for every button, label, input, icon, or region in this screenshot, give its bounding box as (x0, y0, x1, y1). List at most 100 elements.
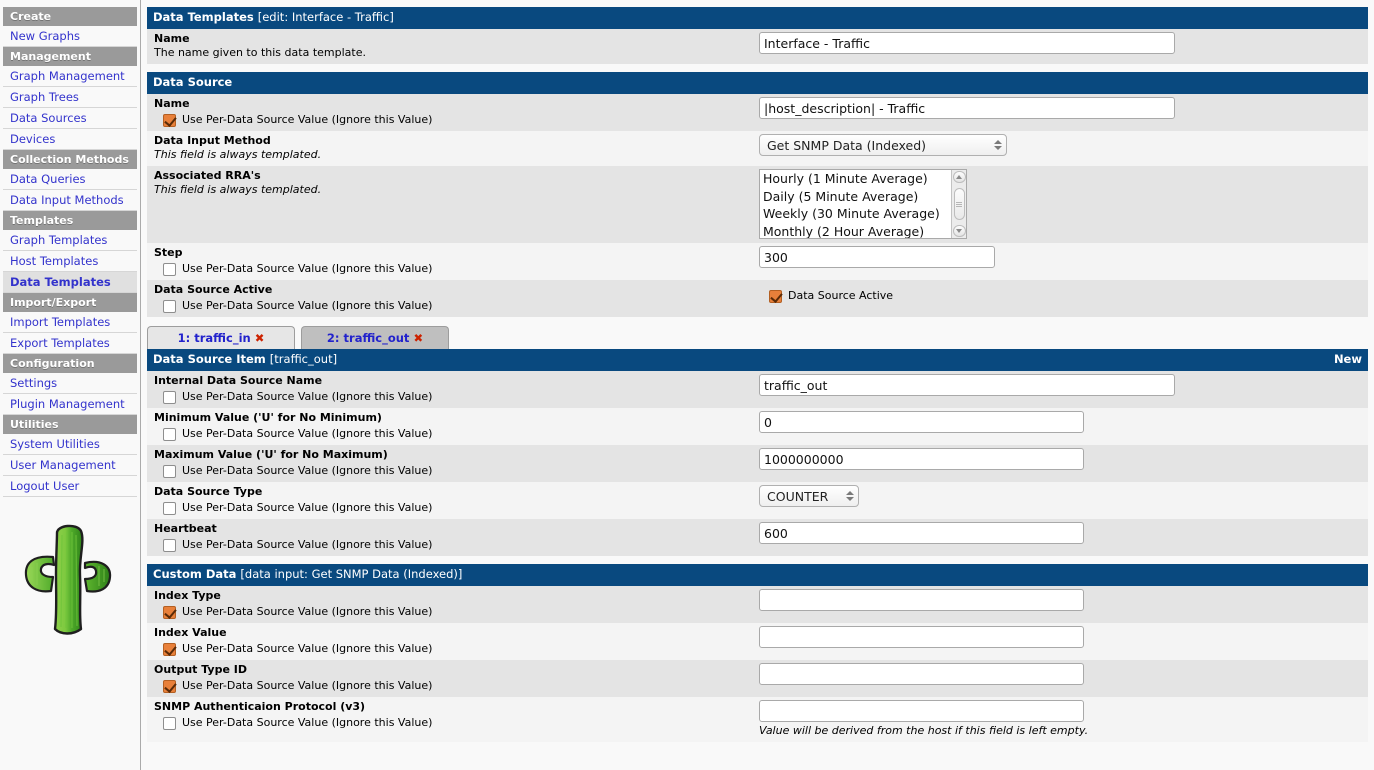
row-associated-rras: Associated RRA's This field is always te… (147, 166, 1368, 243)
sidebar-item-logout-user[interactable]: Logout User (3, 476, 137, 497)
maximum-value-input[interactable] (759, 448, 1084, 470)
sidebar-item-data-queries[interactable]: Data Queries (3, 169, 137, 190)
step-per-ds-checkbox[interactable] (163, 262, 176, 276)
sidebar-item-new-graphs[interactable]: New Graphs (3, 26, 137, 47)
sidebar-item-import-templates[interactable]: Import Templates (3, 312, 137, 333)
it-per-ds-line: Use Per-Data Source Value (Ignore this V… (154, 605, 755, 619)
minimum-value-per-ds-checkbox[interactable] (163, 427, 176, 441)
label-heartbeat: Heartbeat (154, 522, 217, 535)
ds-name-per-ds-line: Use Per-Data Source Value (Ignore this V… (154, 113, 755, 127)
minimum-value-input[interactable] (759, 411, 1084, 433)
sidebar-item-graph-management[interactable]: Graph Management (3, 66, 137, 87)
internal-name-input[interactable] (759, 374, 1175, 396)
sidebar-nav: Create New Graphs Management Graph Manag… (0, 0, 140, 644)
label-template-name: Name (154, 32, 190, 45)
heartbeat-per-ds-checkbox[interactable] (163, 538, 176, 552)
sidebar-item-data-input-methods[interactable]: Data Input Methods (3, 190, 137, 211)
associated-rras-scrollbar[interactable] (951, 170, 966, 238)
sidebar-section-header-collection-methods: Collection Methods (3, 150, 137, 169)
row-max-control (755, 445, 1368, 474)
data-input-method-value: Get SNMP Data (Indexed) (767, 137, 927, 153)
row-ds-name: Name Use Per-Data Source Value (Ignore t… (147, 94, 1368, 131)
tab-traffic-out-close-icon[interactable]: ✖ (413, 331, 423, 345)
ds-name-input[interactable] (759, 97, 1175, 119)
template-name-input[interactable] (759, 32, 1175, 54)
label-index-value: Index Value (154, 626, 227, 639)
data-source-header: Data Source (147, 72, 1368, 94)
data-source-active-line: Data Source Active (759, 289, 1368, 303)
row-ds-name-labels: Name Use Per-Data Source Value (Ignore t… (147, 94, 755, 131)
row-internal-name-control (755, 371, 1368, 400)
internal-name-per-ds-checkbox[interactable] (163, 390, 176, 404)
rra-option-daily[interactable]: Daily (5 Minute Average) (760, 188, 951, 206)
index-value-input[interactable] (759, 626, 1084, 648)
sidebar-item-data-templates[interactable]: Data Templates (3, 272, 137, 293)
custom-data-title: Custom Data (153, 567, 237, 581)
tab-traffic-in-close-icon[interactable]: ✖ (255, 331, 265, 345)
maximum-value-per-ds-checkbox[interactable] (163, 464, 176, 478)
data-source-type-select[interactable]: COUNTER (759, 485, 859, 507)
row-dim-labels: Data Input Method This field is always t… (147, 131, 755, 166)
ds-name-per-ds-checkbox[interactable] (163, 113, 176, 127)
page-root: Create New Graphs Management Graph Manag… (0, 0, 1374, 770)
index-type-input[interactable] (759, 589, 1084, 611)
rra-option-hourly[interactable]: Hourly (1 Minute Average) (760, 170, 951, 188)
sidebar-item-data-sources[interactable]: Data Sources (3, 108, 137, 129)
sidebar-section-header-utilities: Utilities (3, 415, 137, 434)
tab-traffic-out[interactable]: 2: traffic_out ✖ (301, 326, 449, 349)
row-step-labels: Step Use Per-Data Source Value (Ignore t… (147, 243, 755, 280)
row-oti-labels: Output Type ID Use Per-Data Source Value… (147, 660, 755, 697)
rra-option-monthly[interactable]: Monthly (2 Hour Average) (760, 223, 951, 239)
oti-per-ds-line: Use Per-Data Source Value (Ignore this V… (154, 679, 755, 693)
sidebar-item-export-templates[interactable]: Export Templates (3, 333, 137, 354)
data-input-method-select[interactable]: Get SNMP Data (Indexed) (759, 134, 1007, 156)
tab-traffic-out-label: 2: traffic_out (326, 331, 410, 345)
sidebar-item-graph-trees[interactable]: Graph Trees (3, 87, 137, 108)
sidebar-item-system-utilities[interactable]: System Utilities (3, 434, 137, 455)
row-dst-labels: Data Source Type Use Per-Data Source Val… (147, 482, 755, 519)
scroll-up-arrow-icon[interactable] (952, 171, 966, 183)
sidebar-item-settings[interactable]: Settings (3, 373, 137, 394)
new-data-source-item-link[interactable]: New (1334, 353, 1362, 366)
index-type-per-ds-checkbox[interactable] (163, 605, 176, 619)
sidebar-item-devices[interactable]: Devices (3, 129, 137, 150)
sidebar-item-graph-templates[interactable]: Graph Templates (3, 230, 137, 251)
row-it-labels: Index Type Use Per-Data Source Value (Ig… (147, 586, 755, 623)
max-per-ds-label: Use Per-Data Source Value (Ignore this V… (182, 464, 433, 477)
row-minimum-value: Minimum Value ('U' for No Minimum) Use P… (147, 408, 1368, 445)
data-source-title: Data Source (153, 75, 233, 89)
scrollbar-thumb[interactable] (953, 188, 965, 220)
data-templates-title: Data Templates (153, 10, 254, 24)
sidebar-item-plugin-management[interactable]: Plugin Management (3, 394, 137, 415)
index-value-per-ds-checkbox[interactable] (163, 642, 176, 656)
desc-associated-rras: This field is always templated. (154, 183, 322, 196)
associated-rras-listbox[interactable]: Hourly (1 Minute Average) Daily (5 Minut… (759, 169, 967, 239)
chevron-updown-icon-2 (845, 491, 854, 501)
snmp-per-ds-label: Use Per-Data Source Value (Ignore this V… (182, 716, 433, 729)
data-source-active-checkbox[interactable] (769, 289, 782, 303)
data-source-type-per-ds-checkbox[interactable] (163, 501, 176, 515)
associated-rras-options: Hourly (1 Minute Average) Daily (5 Minut… (760, 170, 951, 238)
custom-data-subtitle: [data input: Get SNMP Data (Indexed)] (240, 567, 463, 581)
sidebar-item-user-management[interactable]: User Management (3, 455, 137, 476)
rra-option-weekly[interactable]: Weekly (30 Minute Average) (760, 205, 951, 223)
row-data-source-active: Data Source Active Use Per-Data Source V… (147, 280, 1368, 317)
panel-data-templates: Data Templates [edit: Interface - Traffic… (147, 7, 1368, 64)
heartbeat-input[interactable] (759, 522, 1084, 544)
tab-traffic-in[interactable]: 1: traffic_in ✖ (147, 326, 295, 349)
snmp-auth-per-ds-checkbox[interactable] (163, 716, 176, 730)
cactus-logo-icon (24, 524, 112, 635)
min-per-ds-label: Use Per-Data Source Value (Ignore this V… (182, 427, 433, 440)
scroll-down-arrow-icon[interactable] (952, 225, 966, 237)
row-step: Step Use Per-Data Source Value (Ignore t… (147, 243, 1368, 280)
dsa-per-ds-checkbox[interactable] (163, 299, 176, 313)
main-content: Data Templates [edit: Interface - Traffic… (141, 0, 1374, 770)
snmp-auth-protocol-input[interactable] (759, 700, 1084, 722)
row-internal-name-labels: Internal Data Source Name Use Per-Data S… (147, 371, 755, 408)
step-input[interactable] (759, 246, 995, 268)
output-type-id-input[interactable] (759, 663, 1084, 685)
row-index-value: Index Value Use Per-Data Source Value (I… (147, 623, 1368, 660)
sidebar-item-host-templates[interactable]: Host Templates (3, 251, 137, 272)
output-type-id-per-ds-checkbox[interactable] (163, 679, 176, 693)
step-per-ds-line: Use Per-Data Source Value (Ignore this V… (154, 262, 755, 276)
